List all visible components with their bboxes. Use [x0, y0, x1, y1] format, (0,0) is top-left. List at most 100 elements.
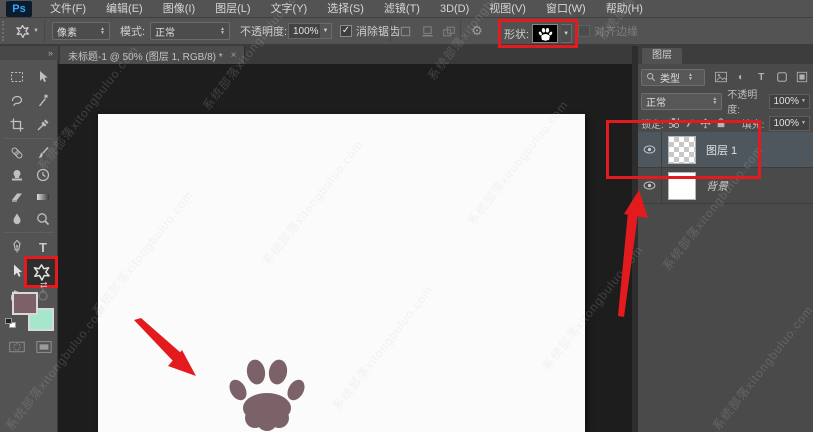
close-icon[interactable]: ×	[231, 50, 237, 61]
opacity-label: 不透明度:	[240, 18, 287, 44]
antialias-checkbox[interactable]: ✓	[340, 25, 352, 37]
tool-horizontal-type[interactable]: T	[31, 236, 55, 258]
tab-layers[interactable]: 图层	[642, 48, 682, 64]
menu-image[interactable]: 图像(I)	[153, 0, 205, 18]
dodge-icon	[35, 211, 51, 227]
menu-layer[interactable]: 图层(L)	[205, 0, 260, 18]
mode-value: 正常	[155, 24, 175, 39]
swap-colors-icon[interactable]: ⇄	[40, 280, 48, 291]
fill-mode-value: 像素	[57, 24, 77, 39]
menu-select[interactable]: 选择(S)	[317, 0, 374, 18]
tool-magic-wand[interactable]	[31, 90, 55, 112]
tool-move[interactable]	[31, 66, 55, 88]
divider	[460, 20, 461, 42]
lock-all-icon[interactable]	[716, 117, 726, 129]
updown-arrows-icon: ▲▼	[220, 27, 225, 35]
tools-panel: »	[0, 46, 58, 432]
layer-name[interactable]: 图层 1	[706, 142, 737, 158]
options-bar: ▼ 像素 ▲▼ 模式: 正常 ▲▼ 不透明度: 100% ▼ ✓ 消除锯齿 ⚙	[0, 18, 813, 46]
layer-opacity-value[interactable]: 100% ▼	[769, 94, 810, 109]
dropdown-arrow-icon: ▼	[801, 98, 806, 104]
visibility-toggle[interactable]	[638, 168, 662, 204]
document-tab-bar: 未标题-1 @ 50% (图层 1, RGB/8) * ×	[58, 46, 632, 64]
layer-name[interactable]: 背景	[706, 178, 728, 194]
blend-mode-select[interactable]: 正常 ▲▼	[641, 93, 722, 110]
marquee-icon	[9, 69, 25, 85]
tool-eyedropper[interactable]	[31, 114, 55, 136]
layer-thumbnail[interactable]	[668, 136, 696, 164]
menu-filter[interactable]: 滤镜(T)	[374, 0, 430, 18]
foreground-color-swatch[interactable]	[12, 292, 38, 315]
filter-image-icon[interactable]	[713, 69, 729, 85]
move-icon	[35, 69, 51, 85]
fill-number: 100%	[773, 118, 799, 129]
lock-buttons	[669, 117, 726, 129]
layer-row-layer1[interactable]: 图层 1	[638, 132, 813, 168]
shape-dropdown-arrow[interactable]: ▼	[561, 24, 572, 43]
direct-selection-icon	[8, 263, 24, 279]
opacity-dropdown-arrow[interactable]: ▼	[320, 23, 332, 39]
filter-type-icon[interactable]: T	[753, 69, 769, 85]
fill-mode-select[interactable]: 像素 ▲▼	[52, 22, 110, 40]
toolbar-collapse-button[interactable]: »	[0, 46, 58, 60]
menu-view[interactable]: 视图(V)	[479, 0, 536, 18]
menu-file[interactable]: 文件(F)	[40, 0, 96, 18]
align-edges-label: 对齐边缘	[594, 18, 638, 44]
visibility-toggle[interactable]	[638, 132, 662, 168]
align-icon[interactable]	[418, 22, 436, 40]
canvas-document[interactable]	[98, 114, 585, 432]
fill-value[interactable]: 100% ▼	[769, 116, 810, 131]
photoshop-window: Ps 文件(F) 编辑(E) 图像(I) 图层(L) 文字(Y) 选择(S) 滤…	[0, 0, 813, 432]
eye-icon	[643, 145, 656, 154]
tool-preset-dropdown-arrow[interactable]: ▼	[33, 18, 41, 44]
lock-transparency-icon[interactable]	[669, 118, 679, 128]
tool-eraser[interactable]	[5, 186, 29, 208]
default-colors-icon[interactable]	[5, 318, 17, 329]
document-tab[interactable]: 未标题-1 @ 50% (图层 1, RGB/8) * ×	[60, 46, 245, 64]
tool-clone-stamp[interactable]	[5, 164, 29, 186]
quick-mask-button[interactable]	[4, 336, 30, 358]
shape-swatch[interactable]	[532, 24, 558, 43]
layer-filter-select[interactable]: 类型 ▲▼	[641, 69, 705, 86]
new-layer-mode-icon[interactable]	[396, 22, 414, 40]
tool-history-brush[interactable]	[31, 164, 55, 186]
lock-position-icon[interactable]	[700, 118, 711, 129]
menu-edit[interactable]: 编辑(E)	[96, 0, 153, 18]
tool-brush[interactable]	[31, 142, 55, 164]
layer-row-background[interactable]: 背景	[638, 168, 813, 204]
tool-dodge[interactable]	[31, 208, 55, 230]
tool-preset-button[interactable]	[12, 18, 32, 44]
filter-adjustment-icon[interactable]: ◐	[733, 69, 749, 85]
tool-blur[interactable]	[5, 208, 29, 230]
opacity-value[interactable]: 100%	[288, 23, 324, 39]
filter-type-label: 类型	[660, 70, 680, 85]
arrange-layers-icon[interactable]	[440, 22, 458, 40]
gradient-icon	[35, 189, 51, 205]
tool-crop[interactable]	[5, 114, 29, 136]
screen-mode-button[interactable]	[32, 336, 56, 358]
tool-rectangular-marquee[interactable]	[5, 66, 29, 88]
menu-help[interactable]: 帮助(H)	[596, 0, 653, 18]
crop-icon	[9, 117, 25, 133]
blend-mode-value: 正常	[646, 94, 666, 109]
menu-3d[interactable]: 3D(D)	[430, 0, 479, 18]
filter-smart-object-icon[interactable]	[794, 69, 810, 85]
gear-icon[interactable]: ⚙	[468, 22, 486, 40]
mode-select[interactable]: 正常 ▲▼	[150, 22, 230, 40]
options-grip[interactable]	[2, 21, 7, 41]
menu-bar: Ps 文件(F) 编辑(E) 图像(I) 图层(L) 文字(Y) 选择(S) 滤…	[0, 0, 813, 18]
quick-mask-icon	[9, 339, 25, 355]
align-edges-checkbox[interactable]	[578, 25, 590, 37]
tool-pen[interactable]	[5, 236, 29, 258]
lock-pixels-icon[interactable]	[684, 118, 695, 129]
menu-type[interactable]: 文字(Y)	[261, 0, 318, 18]
tool-spot-healing-brush[interactable]	[5, 142, 29, 164]
divider	[4, 138, 54, 139]
filter-shape-icon[interactable]	[773, 69, 789, 85]
layer-thumbnail[interactable]	[668, 172, 696, 200]
dropdown-arrow-icon: ▼	[801, 120, 806, 126]
tool-gradient[interactable]	[31, 186, 55, 208]
menu-window[interactable]: 窗口(W)	[536, 0, 596, 18]
tool-lasso[interactable]	[5, 90, 29, 112]
opacity-number: 100%	[773, 96, 799, 107]
